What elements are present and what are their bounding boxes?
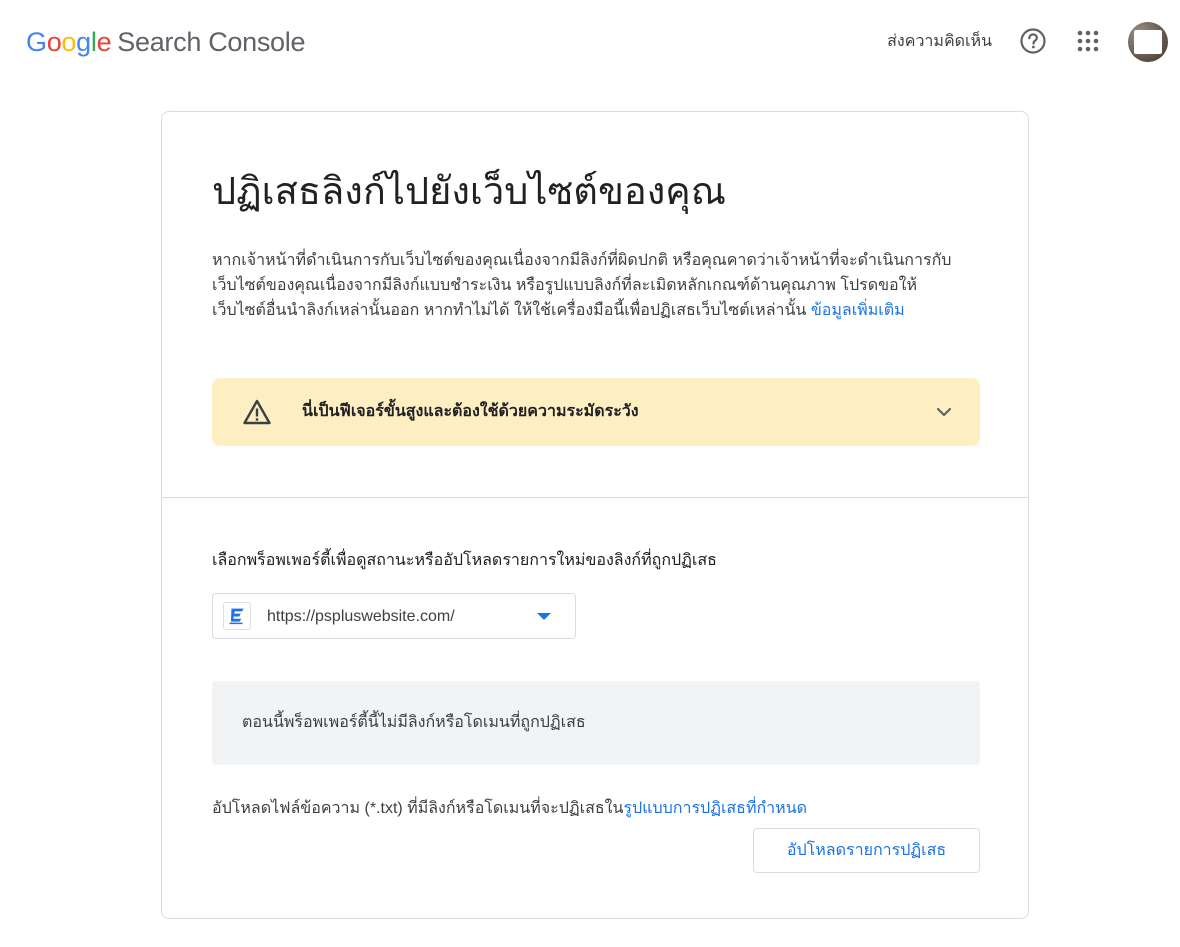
google-wordmark-letter: e (96, 27, 112, 57)
account-avatar[interactable] (1128, 22, 1168, 62)
section-divider (162, 497, 1028, 498)
warning-triangle-icon (243, 399, 271, 425)
site-favicon (223, 602, 251, 630)
page-title: ปฏิเสธลิงก์ไปยังเว็บไซต์ของคุณ (212, 169, 726, 213)
disavow-card: ปฏิเสธลิงก์ไปยังเว็บไซต์ของคุณ หากเจ้าหน… (161, 111, 1029, 919)
upload-instructions: อัปโหลดไฟล์ข้อความ (*.txt) ที่มีลิงก์หรื… (212, 797, 807, 821)
send-feedback-link[interactable]: ส่งความคิดเห็น (887, 30, 992, 54)
property-selector[interactable]: https://pspluswebsite.com/ (212, 593, 576, 639)
page-description: หากเจ้าหน้าที่ดำเนินการกับเว็บไซต์ของคุณ… (212, 248, 952, 323)
help-icon[interactable] (1019, 27, 1047, 55)
top-bar: Google Search Console ส่งความคิดเห็น (0, 0, 1180, 82)
selected-property-url: https://pspluswebsite.com/ (267, 608, 455, 625)
google-wordmark-letter: o (46, 27, 62, 57)
disavow-status-box: ตอนนี้พร็อพเพอร์ตี้นี้ไม่มีลิงก์หรือโดเม… (212, 681, 980, 765)
avatar-image (1134, 30, 1162, 54)
google-search-console-logo[interactable]: Google Search Console (26, 26, 306, 58)
apps-grid-icon[interactable] (1076, 29, 1100, 53)
upload-instructions-text: อัปโหลดไฟล์ข้อความ (*.txt) ที่มีลิงก์หรื… (212, 800, 624, 817)
product-name: Search Console (117, 27, 306, 57)
upload-disavow-list-button[interactable]: อัปโหลดรายการปฏิเสธ (753, 828, 980, 873)
warning-text: นี่เป็นฟีเจอร์ขั้นสูงและต้องใช้ด้วยความร… (302, 403, 639, 420)
learn-more-link[interactable]: ข้อมูลเพิ่มเติม (811, 302, 905, 319)
chevron-down-icon[interactable] (932, 400, 956, 424)
disavow-format-link[interactable]: รูปแบบการปฏิเสธที่กำหนด (623, 800, 807, 817)
no-disavowed-links-message: ตอนนี้พร็อพเพอร์ตี้นี้ไม่มีลิงก์หรือโดเม… (242, 714, 586, 731)
google-wordmark: Google (26, 27, 112, 57)
property-select-label: เลือกพร็อพเพอร์ตี้เพื่อดูสถานะหรืออัปโหล… (212, 552, 717, 569)
dropdown-caret-icon (537, 613, 551, 620)
advanced-feature-warning[interactable]: นี่เป็นฟีเจอร์ขั้นสูงและต้องใช้ด้วยความร… (212, 378, 980, 446)
google-wordmark-letter: o (61, 27, 77, 57)
google-wordmark-letter: G (26, 27, 47, 57)
google-wordmark-letter: g (76, 27, 91, 57)
